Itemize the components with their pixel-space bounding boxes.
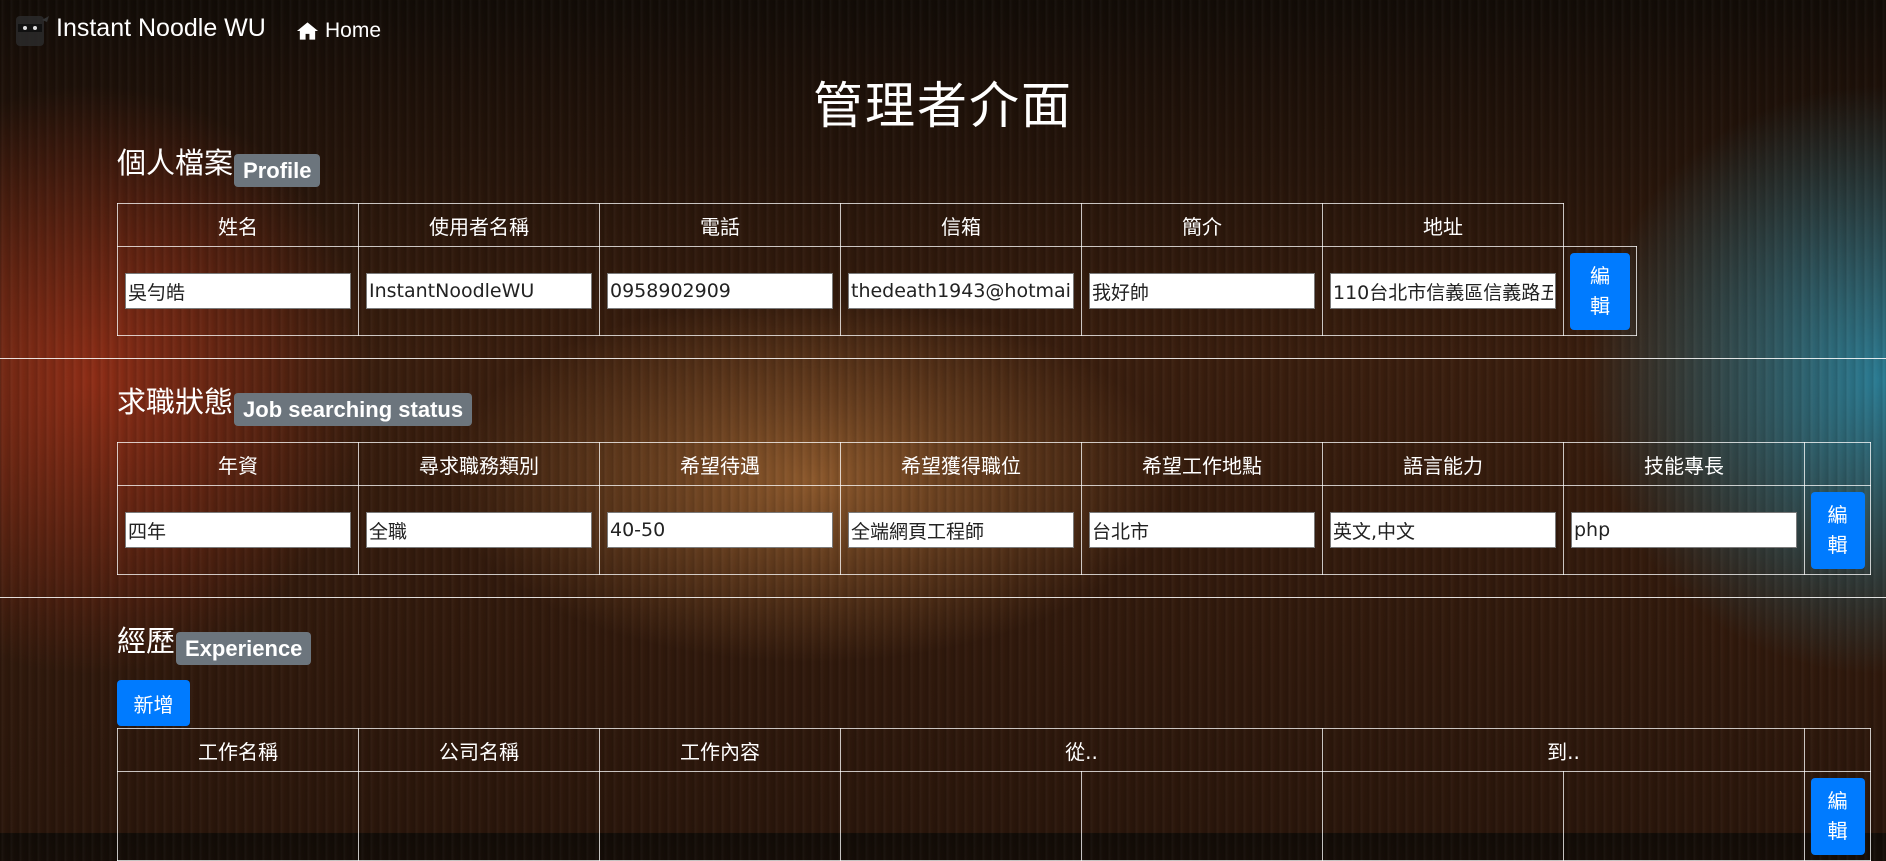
job-status-badge: Job searching status [234, 393, 473, 426]
section-divider [0, 358, 1886, 359]
home-link[interactable]: Home [296, 19, 381, 43]
profile-bio-input[interactable] [1089, 273, 1315, 309]
profile-value-row: 編輯 [117, 246, 1637, 336]
profile-address-input[interactable] [1330, 273, 1556, 309]
exp-col-to: 到.. [1322, 728, 1805, 772]
job-language-input[interactable] [1330, 512, 1556, 548]
profile-header-row: 姓名 使用者名稱 電話 信箱 簡介 地址 [117, 203, 1637, 247]
exp-col-from: 從.. [840, 728, 1323, 772]
profile-email-input[interactable] [848, 273, 1074, 309]
profile-title: 個人檔案 [117, 146, 234, 180]
exp-col-job-title: 工作名稱 [117, 728, 359, 772]
job-status-table: 年資 尋求職務類別 希望待遇 希望獲得職位 希望工作地點 語言能力 技能專長 編… [117, 442, 1871, 575]
job-salary-input[interactable] [607, 512, 833, 548]
job-status-value-row: 編輯 [117, 485, 1871, 575]
profile-col-bio: 簡介 [1081, 203, 1323, 247]
job-col-skills: 技能專長 [1563, 442, 1805, 486]
experience-row: 編輯 [117, 771, 1871, 861]
job-col-position: 希望獲得職位 [840, 442, 1082, 486]
profile-col-email: 信箱 [840, 203, 1082, 247]
brand-name[interactable]: Instant Noodle WU [56, 14, 266, 43]
job-col-location: 希望工作地點 [1081, 442, 1323, 486]
profile-col-username: 使用者名稱 [358, 203, 600, 247]
profile-phone-input[interactable] [607, 273, 833, 309]
job-skills-input[interactable] [1571, 512, 1797, 548]
job-status-title: 求職狀態 [117, 385, 234, 419]
job-col-salary: 希望待遇 [599, 442, 841, 486]
experience-section-title: 經歷 Experience [117, 618, 312, 665]
profile-name-input[interactable] [125, 273, 351, 309]
profile-col-name: 姓名 [117, 203, 359, 247]
profile-col-address: 地址 [1322, 203, 1564, 247]
experience-badge: Experience [176, 632, 312, 665]
top-navbar: Instant Noodle WU Home [0, 0, 1886, 60]
profile-username-input[interactable] [366, 273, 592, 309]
job-status-edit-button[interactable]: 編輯 [1810, 491, 1865, 569]
job-seniority-input[interactable] [125, 512, 351, 548]
job-status-section-title: 求職狀態 Job searching status [117, 379, 473, 426]
job-status-header-row: 年資 尋求職務類別 希望待遇 希望獲得職位 希望工作地點 語言能力 技能專長 [117, 442, 1871, 486]
add-experience-button[interactable]: 新增 [117, 680, 190, 726]
profile-table: 姓名 使用者名稱 電話 信箱 簡介 地址 編輯 [117, 203, 1637, 336]
job-category-input[interactable] [366, 512, 592, 548]
job-col-language: 語言能力 [1322, 442, 1564, 486]
experience-title: 經歷 [117, 624, 176, 658]
profile-col-phone: 電話 [599, 203, 841, 247]
experience-table: 工作名稱 公司名稱 工作內容 從.. 到.. 編輯 [117, 728, 1871, 861]
profile-badge: Profile [234, 154, 321, 187]
profile-edit-button[interactable]: 編輯 [1570, 252, 1630, 330]
exp-col-company: 公司名稱 [358, 728, 600, 772]
experience-edit-button[interactable]: 編輯 [1810, 777, 1865, 855]
profile-section-title: 個人檔案 Profile [117, 140, 321, 187]
job-location-input[interactable] [1089, 512, 1315, 548]
section-divider [0, 597, 1886, 598]
ninja-logo-icon[interactable] [14, 12, 50, 52]
home-icon [296, 22, 319, 40]
page-title: 管理者介面 [813, 77, 1073, 135]
exp-col-content: 工作內容 [599, 728, 841, 772]
job-position-input[interactable] [848, 512, 1074, 548]
home-link-label: Home [325, 19, 382, 42]
job-col-seniority: 年資 [117, 442, 359, 486]
experience-header-row: 工作名稱 公司名稱 工作內容 從.. 到.. [117, 728, 1871, 772]
job-col-category: 尋求職務類別 [358, 442, 600, 486]
